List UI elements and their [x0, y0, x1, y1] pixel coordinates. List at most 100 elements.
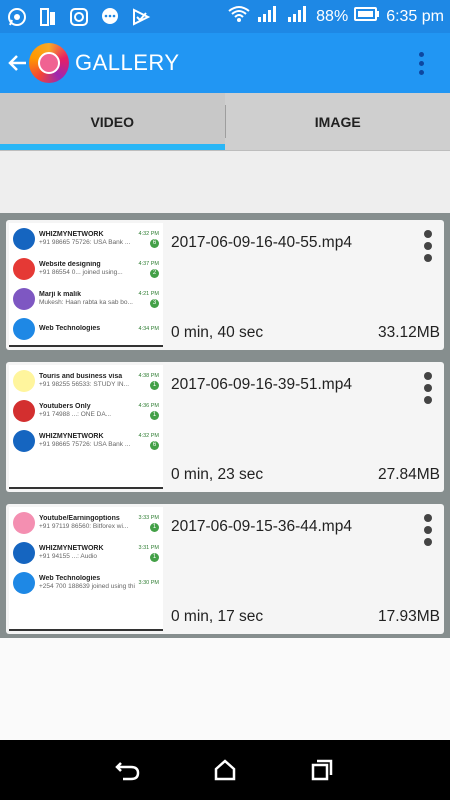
- avatar: [13, 318, 35, 340]
- send-check-icon: [130, 6, 152, 28]
- overflow-menu-icon[interactable]: [419, 51, 424, 75]
- clock: 6:35 pm: [386, 7, 444, 25]
- thumbnail-chat-text: Youtubers Only +91 74988 ...: ONE DA...: [39, 403, 135, 419]
- avatar: [13, 400, 35, 422]
- thumbnail-chat-row: WHIZMYNETWORK +91 98665 75726: USA Bank .…: [13, 428, 159, 454]
- thumbnail-chat-text: Web Technologies: [39, 325, 135, 333]
- avatar: [13, 370, 35, 392]
- thumbnail-chat-time: 4:38 PM: [138, 372, 159, 379]
- video-thumbnail[interactable]: Youtube/Earningoptions +91 97119 86560: B…: [9, 507, 163, 631]
- thumbnail-chat-message: +91 98255 56533: STUDY IN...: [39, 381, 130, 388]
- thumbnail-chat-text: Marji k malik Mukesh: Haan rabta ka sab b…: [39, 291, 135, 307]
- avatar: [13, 288, 35, 310]
- header-spacer: [0, 151, 450, 213]
- instagram-icon: [68, 6, 90, 28]
- tab-video[interactable]: VIDEO: [0, 93, 225, 150]
- thumbnail-chat-meta: 3:30 PM: [139, 580, 159, 586]
- avatar: [13, 228, 35, 250]
- thumbnail-chat-time: 4:34 PM: [138, 326, 159, 332]
- avatar: [13, 258, 35, 280]
- thumbnail-chat-time: 3:31 PM: [138, 544, 159, 551]
- video-options-icon[interactable]: [422, 514, 434, 546]
- thumbnail-chat-meta: 4:38 PM 1: [139, 373, 159, 390]
- video-thumbnail[interactable]: Touris and business visa +91 98255 56533:…: [9, 365, 163, 489]
- video-filename: 2017-06-09-15-36-44.mp4: [171, 518, 352, 535]
- thumbnail-chat-meta: 4:32 PM 6: [139, 433, 159, 450]
- thumbnail-chat-row: Youtube/Earningoptions +91 97119 86560: B…: [13, 510, 159, 536]
- chat-bubble-icon: [99, 6, 121, 28]
- video-duration: 0 min, 40 sec: [171, 324, 264, 341]
- thumbnail-chat-row: Website designing +91 86554 0... joined u…: [13, 256, 159, 282]
- video-card[interactable]: WHIZMYNETWORK +91 98665 75726: USA Bank .…: [6, 220, 444, 350]
- unread-badge: 6: [150, 238, 159, 248]
- thumbnail-chat-row: Web Technologies +254 700 188639 joined u…: [13, 570, 159, 596]
- thumbnail-chat-time: 3:30 PM: [138, 580, 159, 586]
- thumbnail-chat-name: Youtubers Only: [39, 403, 91, 410]
- whatsapp-icon: [6, 6, 28, 28]
- nav-recents-icon[interactable]: [307, 755, 337, 785]
- thumbnail-chat-name: Marji k malik: [39, 291, 82, 298]
- video-options-icon[interactable]: [422, 230, 434, 262]
- thumbnail-chat-meta: 3:33 PM 1: [139, 515, 159, 532]
- thumbnail-chat-row: WHIZMYNETWORK +91 98665 75726: USA Bank .…: [13, 226, 159, 252]
- thumbnail-chat-message: +254 700 188639 joined using thi...: [39, 583, 135, 590]
- thumbnail-chat-name: Web Technologies: [39, 575, 101, 582]
- thumbnail-chat-row: Marji k malik Mukesh: Haan rabta ka sab b…: [13, 286, 159, 312]
- tab-bar: VIDEO IMAGE: [0, 93, 450, 151]
- signal-icon: [286, 5, 310, 28]
- nav-back-icon[interactable]: [113, 755, 143, 785]
- unread-badge: 1: [150, 380, 159, 390]
- thumbnail-chat-meta: 4:37 PM 2: [139, 261, 159, 278]
- avatar: [13, 430, 35, 452]
- thumbnail-chat-text: Youtube/Earningoptions +91 97119 86560: B…: [39, 515, 135, 531]
- video-duration: 0 min, 17 sec: [171, 608, 264, 625]
- signal-icon: [256, 5, 280, 28]
- thumbnail-chat-name: WHIZMYNETWORK: [39, 231, 104, 238]
- thumbnail-chat-message: +91 74988 ...: ONE DA...: [39, 411, 112, 418]
- avatar: [13, 512, 35, 534]
- status-bar: 88% 6:35 pm: [0, 0, 450, 33]
- thumbnail-chat-message: +91 98665 75726: USA Bank ...: [39, 441, 131, 448]
- video-filename: 2017-06-09-16-40-55.mp4: [171, 234, 352, 251]
- video-list: WHIZMYNETWORK +91 98665 75726: USA Bank .…: [0, 213, 450, 638]
- page-title: GALLERY: [75, 50, 180, 75]
- nav-home-icon[interactable]: [210, 755, 240, 785]
- unread-badge: 1: [150, 552, 159, 562]
- thumbnail-chat-name: Touris and business visa: [39, 373, 123, 380]
- thumbnail-chat-row: Web Technologies 4:34 PM: [13, 316, 159, 342]
- thumbnail-chat-message: Mukesh: Haan rabta ka sab bo...: [39, 299, 133, 306]
- thumbnail-chat-meta: 4:32 PM 6: [139, 231, 159, 248]
- video-card[interactable]: Youtube/Earningoptions +91 97119 86560: B…: [6, 504, 444, 634]
- video-card[interactable]: Touris and business visa +91 98255 56533:…: [6, 362, 444, 492]
- phone-dual-icon: [37, 6, 59, 28]
- notification-icons: [6, 6, 152, 28]
- thumbnail-chat-message: +91 86554 0... joined using...: [39, 269, 123, 276]
- system-status: 88% 6:35 pm: [228, 5, 444, 28]
- video-file-size: 17.93MB: [377, 608, 440, 625]
- video-thumbnail[interactable]: WHIZMYNETWORK +91 98665 75726: USA Bank .…: [9, 223, 163, 347]
- video-info: 2017-06-09-15-36-44.mp4 0 min, 17 sec 17.9…: [163, 504, 444, 634]
- unread-badge: 1: [150, 410, 159, 420]
- app-bar: GALLERY: [0, 33, 450, 93]
- thumbnail-chat-text: WHIZMYNETWORK +91 94155 ...: Audio: [39, 545, 135, 561]
- thumbnail-chat-name: Web Technologies: [39, 325, 101, 332]
- thumbnail-chat-text: Touris and business visa +91 98255 56533:…: [39, 373, 135, 389]
- app-logo: [29, 43, 69, 83]
- thumbnail-chat-name: Youtube/Earningoptions: [39, 515, 120, 522]
- empty-area: [0, 638, 450, 740]
- thumbnail-chat-meta: 3:31 PM 1: [139, 545, 159, 562]
- battery-percent: 88%: [316, 7, 349, 25]
- tab-image[interactable]: IMAGE: [226, 93, 450, 150]
- unread-badge: 2: [150, 268, 159, 278]
- video-options-icon[interactable]: [422, 372, 434, 404]
- battery-icon: [354, 7, 380, 26]
- video-file-size: 33.12MB: [377, 324, 440, 341]
- wifi-icon: [228, 5, 250, 28]
- thumbnail-chat-time: 4:37 PM: [138, 260, 159, 267]
- thumbnail-chat-message: +91 94155 ...: Audio: [39, 553, 98, 560]
- thumbnail-chat-text: WHIZMYNETWORK +91 98665 75726: USA Bank .…: [39, 231, 135, 247]
- thumbnail-chat-message: +91 98665 75726: USA Bank ...: [39, 239, 131, 246]
- unread-badge: 3: [150, 298, 159, 308]
- video-info: 2017-06-09-16-40-55.mp4 0 min, 40 sec 33.1…: [163, 220, 444, 350]
- video-duration: 0 min, 23 sec: [171, 466, 264, 483]
